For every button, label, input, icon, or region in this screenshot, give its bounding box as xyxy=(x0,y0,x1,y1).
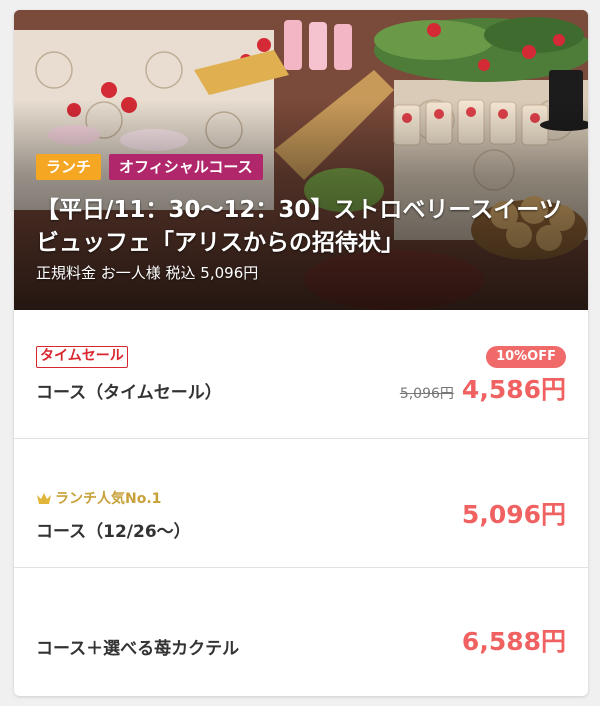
rank-label: ランチ人気No.1 xyxy=(55,491,162,507)
lunch-tag: ランチ xyxy=(36,154,102,180)
hero-section: ランチ オフィシャルコース 【平日/11：30〜12：30】ストロベリースイーツ… xyxy=(14,10,588,310)
course-card: ランチ オフィシャルコース 【平日/11：30〜12：30】ストロベリースイーツ… xyxy=(14,10,588,696)
course-option-standard[interactable]: ランチ人気No.1 コース（12/26〜） 5,096円 xyxy=(14,439,588,568)
price: 5,096円 xyxy=(461,500,566,529)
popularity-rank: ランチ人気No.1 xyxy=(36,488,161,508)
price-row: 5,096円 4,586円 xyxy=(400,370,566,406)
option-name: コース（タイムセール） xyxy=(36,383,222,403)
course-title-line-2: ビュッフェ「アリスからの招待状」 xyxy=(36,230,404,256)
time-sale-badge: タイムセール xyxy=(36,346,128,368)
discount-badge: 10%OFF xyxy=(486,346,566,368)
course-tags: ランチ オフィシャルコース xyxy=(36,154,263,180)
course-option-cocktail[interactable]: コース＋選べる苺カクテル 6,588円 xyxy=(14,568,588,696)
price: 6,588円 xyxy=(461,627,566,656)
course-option-time-sale[interactable]: タイムセール 10%OFF コース（タイムセール） 5,096円 4,586円 xyxy=(14,310,588,439)
regular-price: 正規料金 お一人様 税込 5,096円 xyxy=(36,264,259,282)
price-row: 6,588円 xyxy=(462,622,566,658)
course-title: 【平日/11：30〜12：30】ストロベリースイーツ ビュッフェ「アリスからの招… xyxy=(36,194,576,260)
course-title-line-1: 【平日/11：30〜12：30】ストロベリースイーツ xyxy=(36,197,562,223)
option-name: コース＋選べる苺カクテル xyxy=(36,639,240,659)
sale-price: 4,586円 xyxy=(461,375,566,404)
price-row: 5,096円 xyxy=(462,495,566,531)
crown-icon xyxy=(37,492,51,504)
option-name: コース（12/26〜） xyxy=(36,522,191,542)
original-price: 5,096円 xyxy=(399,386,454,402)
official-course-tag: オフィシャルコース xyxy=(109,154,263,180)
